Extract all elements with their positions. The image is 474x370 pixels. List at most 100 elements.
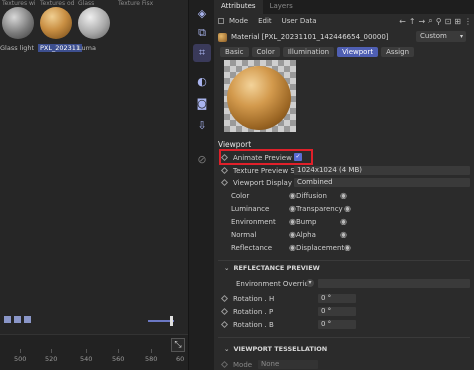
subtab-assign[interactable]: Assign: [381, 47, 415, 57]
back-arrow-icon[interactable]: ←: [399, 17, 406, 26]
lock-icon[interactable]: ⊡: [445, 17, 452, 26]
eye-icon[interactable]: ◉: [289, 217, 296, 226]
timeline-tick-label: 520: [45, 355, 58, 363]
eye-icon[interactable]: ◉: [289, 230, 296, 239]
rotation-h-input[interactable]: 0 °: [318, 294, 356, 303]
slider-handle[interactable]: [170, 316, 173, 326]
preview-sphere: [227, 66, 291, 130]
tessellation-mode-select[interactable]: None: [258, 360, 318, 369]
eye-icon[interactable]: ◉: [344, 243, 351, 252]
nav-icons: ← ↑ → ⌕ ⚲ ⊡ ⊞ ⋮: [399, 14, 472, 28]
viewport-tessellation-header[interactable]: ⌄ VIEWPORT TESSELLATION: [224, 345, 327, 353]
strip-label-3: Texture Fisx: [118, 0, 154, 7]
material-preview[interactable]: [224, 60, 296, 132]
subtab-color[interactable]: Color: [251, 47, 280, 57]
eye-icon[interactable]: ◉: [340, 230, 347, 239]
timeline-ruler[interactable]: 500 520 540 560 580 60: [0, 334, 188, 370]
app-window: Textures wi Textures od Glass Texture Fi…: [0, 0, 474, 370]
tick-mark: [51, 349, 52, 353]
material-swatch-icon: [218, 32, 227, 42]
attributes-menubar: Mode Edit User Data ← ↑ → ⌕ ⚲ ⊡ ⊞ ⋮: [214, 14, 474, 28]
texture-preview-size-select[interactable]: 1024x1024 (4 MB): [294, 166, 470, 175]
grid-view-icon[interactable]: [14, 316, 21, 323]
animate-preview-checkbox[interactable]: ✓: [294, 153, 302, 161]
tick-mark: [86, 349, 87, 353]
thumbnail-glass-light[interactable]: [0, 5, 36, 41]
export-tool-icon[interactable]: ⇩: [193, 116, 211, 134]
channel-row: Transparency ◉: [296, 203, 416, 214]
channel-row: Bump ◉: [296, 216, 416, 227]
rotation-p-input[interactable]: 0 °: [318, 307, 356, 316]
eye-icon[interactable]: ◉: [289, 204, 296, 213]
pin-icon[interactable]: ⚲: [436, 17, 442, 26]
expand-icon[interactable]: ⤡: [171, 338, 185, 352]
timeline-tick-label: 540: [80, 355, 93, 363]
up-arrow-icon[interactable]: ↑: [409, 17, 416, 26]
eye-icon[interactable]: ◉: [340, 191, 347, 200]
rotation-b-input[interactable]: 0 °: [318, 320, 356, 329]
sphere-tool-icon[interactable]: ◐: [193, 72, 211, 90]
eye-icon[interactable]: ◉: [344, 204, 351, 213]
channel-label: Transparency: [296, 204, 343, 213]
keyframe-diamond-icon[interactable]: [220, 153, 229, 162]
eye-icon[interactable]: ◉: [289, 243, 296, 252]
camera-tool-icon[interactable]: ◙: [193, 94, 211, 112]
layers-tool-icon[interactable]: ⧉: [193, 24, 211, 42]
environment-override-button[interactable]: ▾: [306, 279, 314, 287]
list-view-icon[interactable]: [4, 316, 11, 323]
keyframe-diamond-icon[interactable]: [220, 320, 229, 329]
chevron-down-icon: ⌄: [224, 264, 230, 272]
animate-preview-label: Animate Preview: [233, 153, 292, 162]
channel-label: Normal: [231, 230, 257, 239]
keyframe-diamond-icon[interactable]: [220, 178, 229, 187]
search-icon[interactable]: ⌕: [428, 16, 432, 26]
channel-label: Environment: [231, 217, 276, 226]
timeline-tick-label: 60: [176, 355, 185, 363]
rotation-p-row: Rotation . P 0 °: [214, 306, 474, 317]
environment-override-field[interactable]: [318, 279, 470, 288]
thumbnail-pxl[interactable]: [38, 5, 74, 41]
viewport-display-label: Viewport Display: [233, 178, 292, 187]
divider: [218, 260, 470, 261]
keyframe-diamond-icon[interactable]: [220, 360, 229, 369]
menu-edit[interactable]: Edit: [253, 17, 277, 25]
viewport-section-title: Viewport: [218, 140, 252, 149]
tick-mark: [151, 349, 152, 353]
tab-attributes[interactable]: Attributes: [214, 0, 263, 14]
eye-icon[interactable]: ◉: [289, 191, 296, 200]
material-subtabs: Basic Color Illumination Viewport Assign: [220, 47, 415, 57]
tab-layers[interactable]: Layers: [263, 0, 300, 14]
eye-icon[interactable]: ◉: [340, 217, 347, 226]
brush-tool-icon[interactable]: ⊘: [193, 150, 211, 168]
viewport-display-select[interactable]: Combined: [294, 178, 470, 187]
channel-label: Color: [231, 191, 250, 200]
thumbnail-strip: Textures wi Textures od Glass Texture Fi…: [0, 0, 188, 60]
paint-tool-icon[interactable]: ◈: [193, 4, 211, 22]
thumbnail-luma[interactable]: [76, 5, 112, 41]
subtab-basic[interactable]: Basic: [220, 47, 249, 57]
menu-user-data[interactable]: User Data: [277, 17, 322, 25]
subtab-illumination[interactable]: Illumination: [282, 47, 335, 57]
keyframe-diamond-icon[interactable]: [220, 294, 229, 303]
view-mode-buttons: [4, 316, 31, 323]
keyframe-diamond-icon[interactable]: [220, 307, 229, 316]
forward-arrow-icon[interactable]: →: [419, 17, 426, 26]
mode-select[interactable]: Custom ▾: [416, 31, 466, 42]
new-panel-icon[interactable]: ⊞: [454, 17, 461, 26]
large-view-icon[interactable]: [24, 316, 31, 323]
tessellation-mode-label: Mode: [233, 360, 253, 369]
channel-row: Diffusion ◉: [296, 190, 416, 201]
uv-tool-icon[interactable]: ⌗: [193, 44, 211, 62]
viewport-tessellation-title: VIEWPORT TESSELLATION: [233, 345, 328, 353]
subtab-viewport[interactable]: Viewport: [337, 47, 379, 57]
keyframe-diamond-icon[interactable]: [220, 166, 229, 175]
channel-label: Displacement: [296, 243, 345, 252]
more-icon[interactable]: ⋮: [464, 17, 472, 26]
rotation-b-row: Rotation . B 0 °: [214, 319, 474, 330]
material-ball-icon: [40, 7, 72, 39]
chevron-down-icon: ▾: [459, 33, 463, 40]
thumbnail-label-luma: Luma: [78, 44, 96, 52]
reflectance-preview-header[interactable]: ⌄ REFLECTANCE PREVIEW: [224, 264, 320, 272]
menu-mode[interactable]: Mode: [224, 17, 253, 25]
material-ball-icon: [78, 7, 110, 39]
